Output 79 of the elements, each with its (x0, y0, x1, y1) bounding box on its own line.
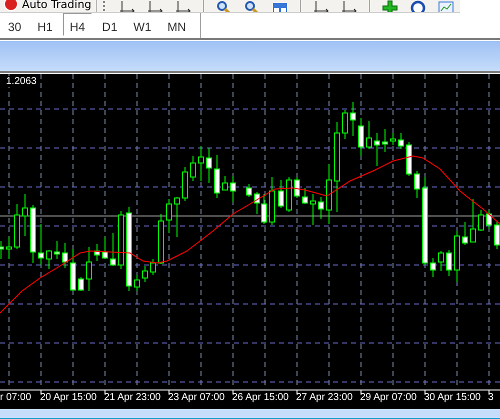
candlestick (158, 214, 164, 264)
candlestick (294, 176, 300, 198)
candlestick (350, 102, 356, 136)
candlestick (486, 210, 492, 230)
axis-arrows-icon[interactable] (341, 0, 357, 12)
candlestick (46, 250, 52, 270)
candlestick (54, 240, 60, 260)
candlestick (70, 248, 76, 292)
candlestick (342, 110, 348, 140)
candlestick (470, 198, 476, 242)
zoom-icon[interactable] (216, 0, 232, 12)
candlestick (382, 128, 388, 152)
tile-windows-icon[interactable] (272, 0, 288, 12)
timeframe-tab[interactable]: H4 (62, 13, 92, 36)
candlestick (494, 222, 500, 250)
candlestick (142, 266, 148, 282)
candlestick (0, 240, 4, 260)
candlestick (438, 250, 444, 272)
stop-sign-icon (4, 0, 18, 11)
candlestick (214, 154, 220, 198)
candlestick (230, 176, 236, 202)
candlestick (269, 176, 275, 226)
candlestick (118, 210, 124, 270)
candlestick (198, 146, 204, 182)
candlestick (406, 142, 412, 176)
candlestick (326, 164, 332, 224)
axis-arrows-icon[interactable] (147, 0, 164, 12)
plus-icon[interactable] (382, 0, 398, 12)
candlestick (374, 132, 380, 166)
zoom-icon[interactable] (244, 0, 260, 12)
chart-icon[interactable] (438, 0, 454, 12)
candlestick (454, 230, 460, 282)
time-axis-label: r 07:00 (0, 392, 32, 403)
axis-arrows-icon[interactable] (175, 0, 192, 12)
time-axis-label: 29 Apr 07:00 (360, 392, 417, 403)
candlestick (102, 236, 108, 258)
candlestick (310, 194, 316, 226)
candlestick (150, 258, 156, 276)
candlestick (302, 188, 308, 204)
candlestick (318, 196, 324, 220)
candlestick (134, 274, 140, 292)
time-axis-label: 20 Apr 15:00 (40, 392, 97, 403)
candlestick (390, 132, 396, 146)
candlestick (222, 176, 228, 190)
candlestick (414, 170, 420, 198)
candlestick (14, 204, 20, 250)
candlestick (478, 210, 484, 232)
candlestick (358, 118, 364, 156)
time-axis-label: 23 Apr 07:00 (168, 392, 225, 403)
candlestick (6, 236, 12, 260)
candlestick (62, 242, 68, 268)
candlestick (110, 232, 116, 266)
time-axis-label: 26 Apr 15:00 (232, 392, 289, 403)
time-axis-label: 21 Apr 23:00 (104, 392, 161, 403)
candlestick (430, 258, 436, 278)
time-axis-label: 3 (488, 392, 494, 403)
candlestick (246, 184, 252, 198)
candlestick (278, 180, 284, 208)
candlestick (366, 120, 372, 150)
candlestick (190, 156, 196, 182)
candlestick (182, 166, 188, 202)
candlestick (174, 196, 180, 238)
candlestick (166, 198, 172, 234)
time-axis-label: 30 Apr 15:00 (424, 392, 481, 403)
candlestick (398, 132, 404, 150)
candlestick (94, 244, 100, 262)
axis-arrows-icon[interactable] (313, 0, 329, 12)
candlestick (286, 176, 292, 212)
price-label: 1.2063 (6, 76, 37, 87)
candlestick (446, 250, 452, 276)
candlestick (462, 222, 468, 246)
candlestick (30, 204, 36, 264)
candlestick (38, 224, 44, 266)
axis-arrows-icon[interactable] (119, 0, 136, 12)
candlestick (22, 194, 28, 236)
candlestick (78, 276, 84, 292)
candlestick (86, 246, 92, 292)
candlestick (206, 148, 212, 184)
time-axis-label: 27 Apr 23:00 (296, 392, 353, 403)
